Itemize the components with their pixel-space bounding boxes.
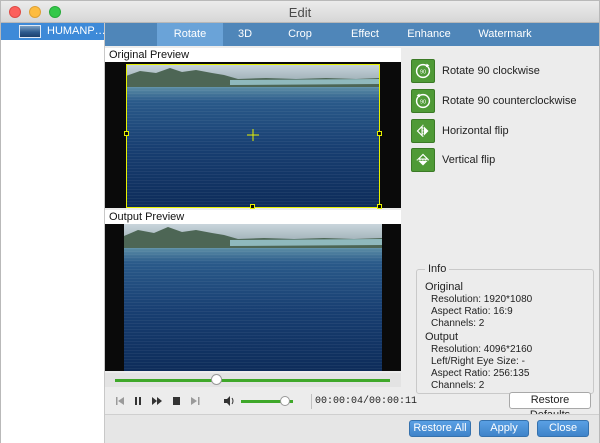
edit-tab-bar: Rotate 3D Crop Effect Enhance Watermark <box>105 23 599 46</box>
title-bar: Edit <box>1 1 599 23</box>
window-title: Edit <box>288 5 312 20</box>
restore-defaults-button[interactable]: Restore Defaults <box>509 392 591 421</box>
tab-3d[interactable]: 3D <box>223 23 267 46</box>
rotate-clockwise-label: Rotate 90 clockwise <box>442 65 540 77</box>
fast-forward-icon[interactable] <box>150 393 164 409</box>
original-preview <box>105 62 401 209</box>
skip-back-icon[interactable] <box>113 393 127 409</box>
crop-handle-right[interactable] <box>377 131 382 136</box>
tab-watermark[interactable]: Watermark <box>471 23 539 46</box>
seek-track[interactable] <box>115 379 390 382</box>
original-aspect-ratio: Aspect Ratio: 16:9 <box>431 306 513 317</box>
output-preview-label: Output Preview <box>105 210 401 224</box>
pause-icon[interactable] <box>131 393 145 409</box>
rotate-clockwise-option[interactable]: 90 Rotate 90 clockwise <box>411 59 596 83</box>
output-channels: Channels: 2 <box>431 380 485 391</box>
svg-text:90: 90 <box>420 99 426 105</box>
tab-crop[interactable]: Crop <box>275 23 325 46</box>
tab-rotate[interactable]: Rotate <box>157 23 223 46</box>
apply-button[interactable]: Apply <box>479 420 529 437</box>
crop-handle-corner[interactable] <box>377 204 382 209</box>
skip-forward-icon[interactable] <box>188 393 202 409</box>
file-list-item[interactable]: HUMANP… <box>1 23 106 40</box>
time-display: 00:00:04/00:00:11 <box>311 394 420 409</box>
original-resolution: Resolution: 1920*1080 <box>431 294 533 305</box>
vertical-flip-label: Vertical flip <box>442 154 496 166</box>
rotate-ccw-90-icon[interactable]: 90 <box>411 89 435 113</box>
rotate-cw-90-icon[interactable]: 90 <box>411 59 435 83</box>
horizontal-flip-label: Horizontal flip <box>442 125 509 137</box>
output-heading: Output <box>425 331 459 343</box>
tab-effect[interactable]: Effect <box>337 23 393 46</box>
original-heading: Original <box>425 281 463 293</box>
playback-controls: 00:00:04/00:00:11 <box>105 389 417 414</box>
rotate-counterclockwise-option[interactable]: 90 Rotate 90 counterclockwise <box>411 89 596 113</box>
crosshair-icon <box>247 129 259 141</box>
rotate-counterclockwise-label: Rotate 90 counterclockwise <box>442 95 577 107</box>
file-thumbnail <box>19 25 41 38</box>
vertical-flip-icon[interactable] <box>411 148 435 172</box>
output-aspect-ratio: Aspect Ratio: 256:135 <box>431 368 530 379</box>
file-name: HUMANP… <box>47 25 106 37</box>
output-resolution: Resolution: 4096*2160 <box>431 344 533 355</box>
file-list-panel: HUMANP… <box>1 23 106 443</box>
seek-thumb[interactable] <box>211 374 223 385</box>
original-preview-label: Original Preview <box>105 48 401 62</box>
vertical-flip-option[interactable]: Vertical flip <box>411 148 596 172</box>
original-channels: Channels: 2 <box>431 318 485 329</box>
horizontal-flip-icon[interactable] <box>411 119 435 143</box>
horizontal-flip-option[interactable]: Horizontal flip <box>411 119 596 143</box>
output-preview-image <box>124 224 382 371</box>
crop-handle-left[interactable] <box>124 131 129 136</box>
tab-enhance[interactable]: Enhance <box>399 23 459 46</box>
output-eye-size: Left/Right Eye Size: - <box>431 356 525 367</box>
close-button[interactable]: Close <box>537 420 589 437</box>
edit-window: Edit HUMANP… Rotate 3D Crop Effect Enhan… <box>0 0 600 443</box>
crop-handle-bottom[interactable] <box>250 204 255 209</box>
info-title: Info <box>425 263 450 275</box>
output-preview <box>105 224 401 371</box>
volume-thumb[interactable] <box>280 396 291 406</box>
volume-icon[interactable] <box>222 393 236 409</box>
restore-all-button[interactable]: Restore All <box>409 420 471 437</box>
info-box: Info Original Resolution: 1920*1080 Aspe… <box>416 263 594 394</box>
bottom-action-bar: Restore All Apply Close <box>105 414 599 443</box>
seek-bar[interactable] <box>105 373 401 387</box>
stop-icon[interactable] <box>169 393 183 409</box>
svg-text:90: 90 <box>420 69 426 75</box>
